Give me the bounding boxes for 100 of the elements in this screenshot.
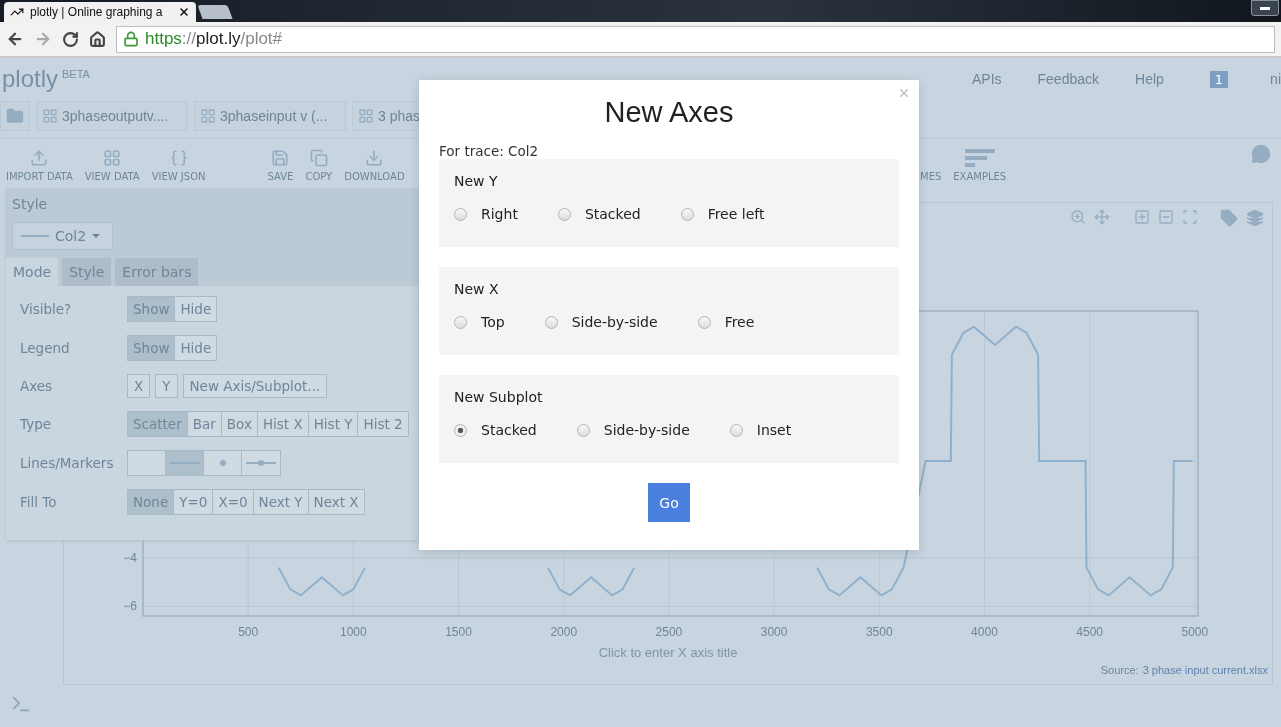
home-icon[interactable] <box>89 30 106 48</box>
mode-button[interactable] <box>242 451 280 475</box>
mode-button[interactable] <box>204 451 242 475</box>
toolbar-button[interactable]: IMPORT DATA <box>0 149 79 182</box>
caret-icon <box>92 234 101 238</box>
segment-button[interactable]: Next X <box>308 490 364 514</box>
browser-tab[interactable]: plotly | Online graphing a <box>4 2 196 22</box>
new-tab-button[interactable] <box>197 5 233 19</box>
option-label[interactable]: Side-by-side <box>571 314 658 330</box>
option-label[interactable]: Right <box>481 206 518 222</box>
row-label: Lines/Markers <box>20 455 115 471</box>
option-label[interactable]: Side-by-side <box>603 422 690 438</box>
option-label[interactable]: Inset <box>756 422 792 438</box>
y-tick-label: −4 <box>123 550 137 565</box>
file-tab[interactable]: 3phaseoutputv.... <box>36 101 188 131</box>
layers-icon[interactable] <box>1246 209 1264 227</box>
nav-link[interactable]: Help <box>1135 71 1164 87</box>
zoom-icon[interactable] <box>1070 209 1086 225</box>
x-tick-label: 500 <box>238 625 259 639</box>
panel-tab[interactable]: Mode <box>6 258 59 286</box>
segment-button[interactable]: Hide <box>175 336 217 360</box>
address-field[interactable]: https://plot.ly/plot# <box>116 25 1275 53</box>
y-tick-label: −6 <box>123 599 137 614</box>
segment-button[interactable]: X=0 <box>213 490 254 514</box>
radio-button[interactable] <box>544 315 558 329</box>
segment-button[interactable]: Next Y <box>253 490 309 514</box>
zoom-out-icon[interactable] <box>1158 209 1174 225</box>
option-label[interactable]: Stacked <box>481 422 537 438</box>
row-label: Visible? <box>20 301 73 317</box>
row-label: Type <box>20 416 52 432</box>
mode-button[interactable] <box>128 451 166 475</box>
option-label[interactable]: Free left <box>707 206 765 222</box>
back-icon[interactable] <box>6 30 24 48</box>
group-title: New X <box>454 281 499 297</box>
toolbar-button[interactable]: DOWNLOAD <box>338 149 411 182</box>
close-icon[interactable] <box>178 6 190 18</box>
nav-link[interactable]: APIs <box>971 71 1002 87</box>
segment-button[interactable]: None <box>128 490 175 514</box>
toolbar-button[interactable]: MES <box>914 149 948 182</box>
radio-button[interactable] <box>557 207 571 221</box>
toolbar-button[interactable]: COPY <box>299 149 339 182</box>
logo[interactable]: plotly <box>2 65 59 93</box>
row-label: Fill To <box>20 494 58 510</box>
file-tab[interactable]: 3phaseinput v (... <box>194 101 346 131</box>
x-axis-title[interactable]: Click to enter X axis title <box>598 645 738 660</box>
row-label: Legend <box>20 340 71 356</box>
panel-title: Style <box>12 196 48 212</box>
segment-button[interactable]: Hist X <box>257 412 309 436</box>
segment-button[interactable]: Bar <box>187 412 222 436</box>
user-name[interactable]: ni <box>1270 71 1281 87</box>
toolbar-button[interactable]: VIEW JSON <box>145 149 212 182</box>
comment-icon[interactable] <box>1251 144 1271 164</box>
tag-icon[interactable] <box>1220 209 1238 227</box>
pan-icon[interactable] <box>1094 209 1110 225</box>
panel-tab[interactable]: Style <box>62 258 112 286</box>
nav-link[interactable]: Feedback <box>1037 71 1099 87</box>
segment-button[interactable]: Hist 2 <box>358 412 408 436</box>
radio-button[interactable] <box>697 315 711 329</box>
radio-button[interactable] <box>576 423 590 437</box>
segment-button[interactable]: Hist Y <box>308 412 359 436</box>
folder-button[interactable] <box>0 101 30 131</box>
trace-dropdown[interactable]: Col2 <box>12 222 113 250</box>
reload-icon[interactable] <box>62 30 79 48</box>
grid-icon <box>42 108 58 124</box>
radio-button[interactable] <box>680 207 694 221</box>
close-button[interactable] <box>897 86 911 100</box>
radio-button[interactable] <box>454 315 467 329</box>
minimize-button[interactable] <box>1251 0 1279 16</box>
x-tick-label: 2500 <box>655 625 683 639</box>
forward-icon[interactable] <box>34 30 52 48</box>
panel-tab[interactable]: Error bars <box>115 258 199 286</box>
axis-button[interactable]: X <box>127 374 151 398</box>
segment-button[interactable]: Show <box>128 336 176 360</box>
segment-button[interactable]: Y=0 <box>174 490 214 514</box>
segment-button[interactable]: Scatter <box>128 412 188 436</box>
go-button[interactable]: Go <box>648 483 690 522</box>
zoom-in-icon[interactable] <box>1134 209 1150 225</box>
option-label[interactable]: Free <box>724 314 755 330</box>
segment-button[interactable]: Hide <box>175 297 217 321</box>
autoscale-icon[interactable] <box>1182 209 1198 225</box>
segment-button[interactable]: Box <box>221 412 258 436</box>
source-link[interactable]: 3 phase input current.xlsx <box>1142 664 1268 676</box>
trace-label: For trace: Col2 <box>439 143 539 159</box>
segment-button[interactable]: Show <box>128 297 176 321</box>
axis-button[interactable]: Y <box>155 374 178 398</box>
option-label[interactable]: Stacked <box>584 206 641 222</box>
toolbar-button[interactable]: EXAMPLES <box>947 149 1013 182</box>
option-label[interactable]: Top <box>481 314 505 330</box>
toolbar-button[interactable]: VIEW DATA <box>78 149 146 182</box>
radio-button[interactable] <box>729 423 743 437</box>
x-tick-label: 5000 <box>1181 625 1209 639</box>
toolbar-button[interactable]: SAVE <box>261 149 300 182</box>
notification-count[interactable]: 1 <box>1209 70 1229 88</box>
dot-icon <box>219 460 226 466</box>
radio-button[interactable] <box>454 207 467 221</box>
axis-button[interactable]: New Axis/Subplot... <box>182 374 328 398</box>
mode-button[interactable] <box>166 451 204 475</box>
radio-button[interactable] <box>454 423 467 437</box>
tab-title: plotly | Online graphing a <box>30 5 163 19</box>
x-tick-label: 3000 <box>760 625 788 639</box>
